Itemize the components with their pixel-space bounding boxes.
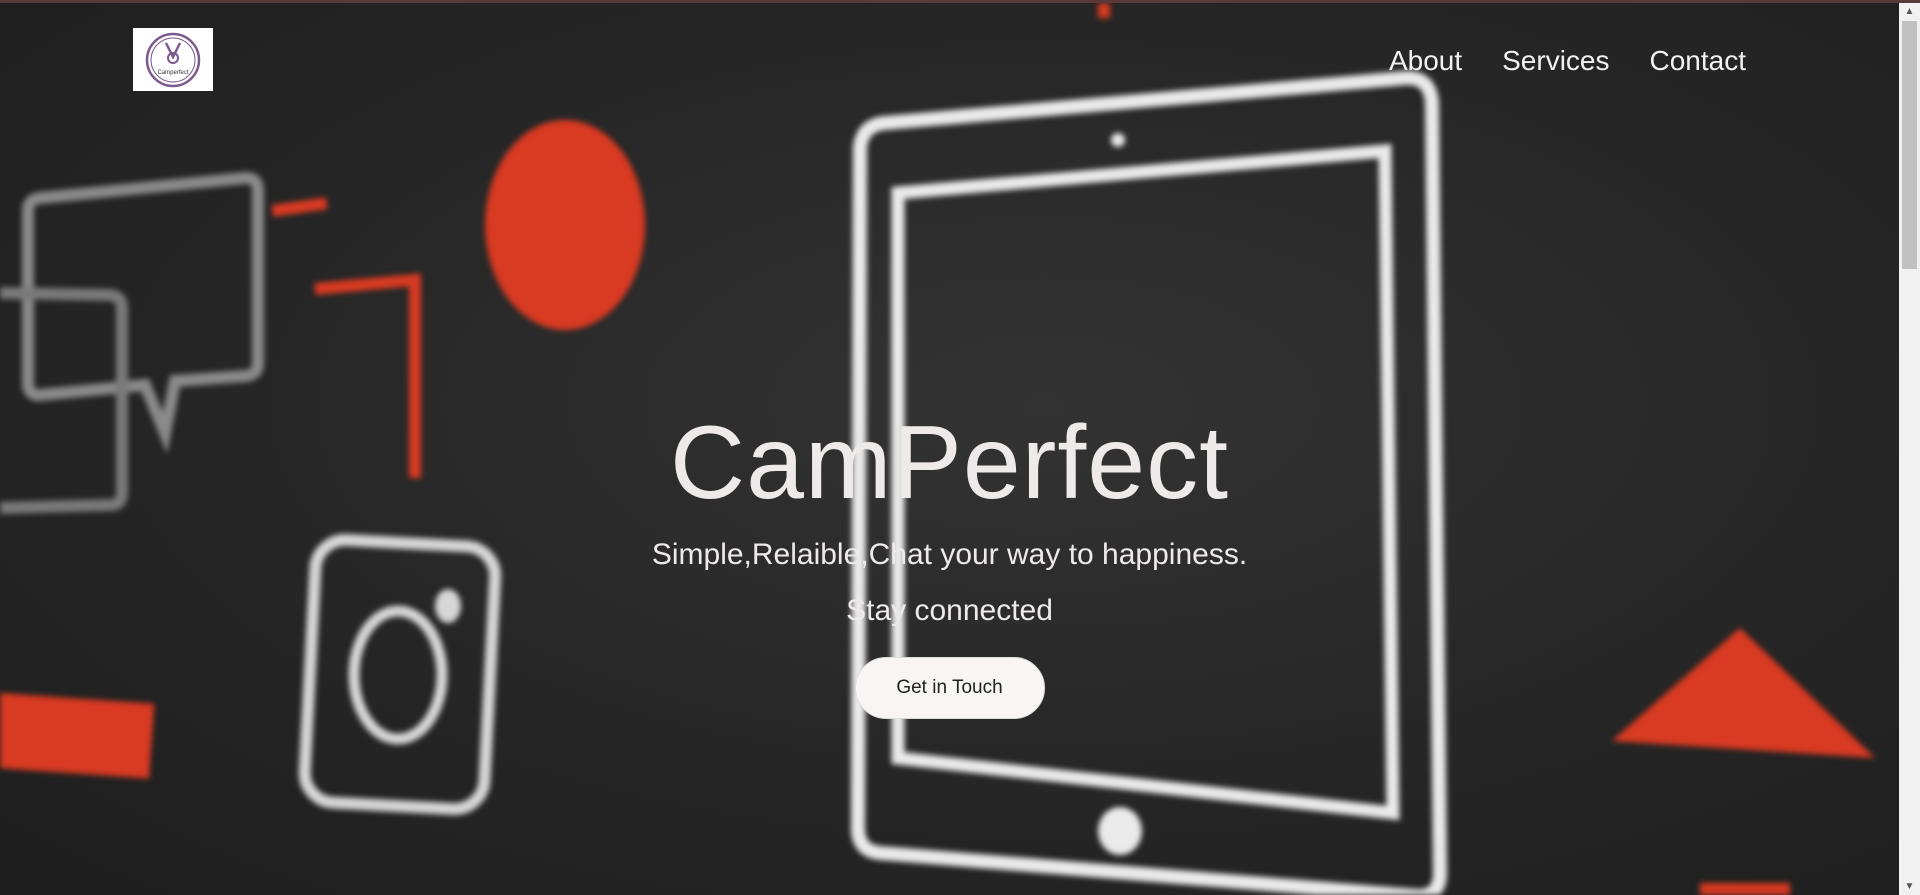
nav-link-services[interactable]: Services (1502, 43, 1609, 79)
hero-content: CamPerfect Simple,Relaible,Chat your way… (0, 403, 1899, 719)
nav-link-about[interactable]: About (1389, 43, 1462, 79)
nav-link-contact[interactable]: Contact (1650, 43, 1747, 79)
logo[interactable]: Camperfect (133, 28, 213, 91)
scrollbar-thumb[interactable] (1902, 21, 1917, 269)
red-circle-shape (485, 120, 645, 330)
hero-title: CamPerfect (669, 405, 1230, 521)
vertical-scrollbar[interactable]: ▲ ▼ (1899, 3, 1920, 895)
red-dash-shape (1700, 883, 1790, 895)
tablet-home-button-shape (1098, 807, 1142, 855)
hero-section: Camperfect About Services Contact CamPer… (0, 3, 1899, 895)
logo-text: Camperfect (157, 70, 189, 76)
triangle-up-icon[interactable]: ▲ (1899, 3, 1920, 20)
red-dash-shape (1098, 3, 1110, 18)
medal-icon (145, 32, 201, 87)
hero-tagline: Simple,Relaible,Chat your way to happine… (651, 538, 1248, 571)
hero-subtitle: Stay connected (846, 594, 1053, 627)
triangle-down-icon[interactable]: ▼ (1899, 878, 1920, 895)
tablet-camera-shape (1111, 133, 1125, 147)
get-in-touch-button[interactable]: Get in Touch (854, 657, 1045, 719)
main-nav: About Services Contact (1349, 43, 1746, 79)
red-dash-shape (271, 197, 328, 217)
chat-bubble-shape (22, 171, 264, 454)
